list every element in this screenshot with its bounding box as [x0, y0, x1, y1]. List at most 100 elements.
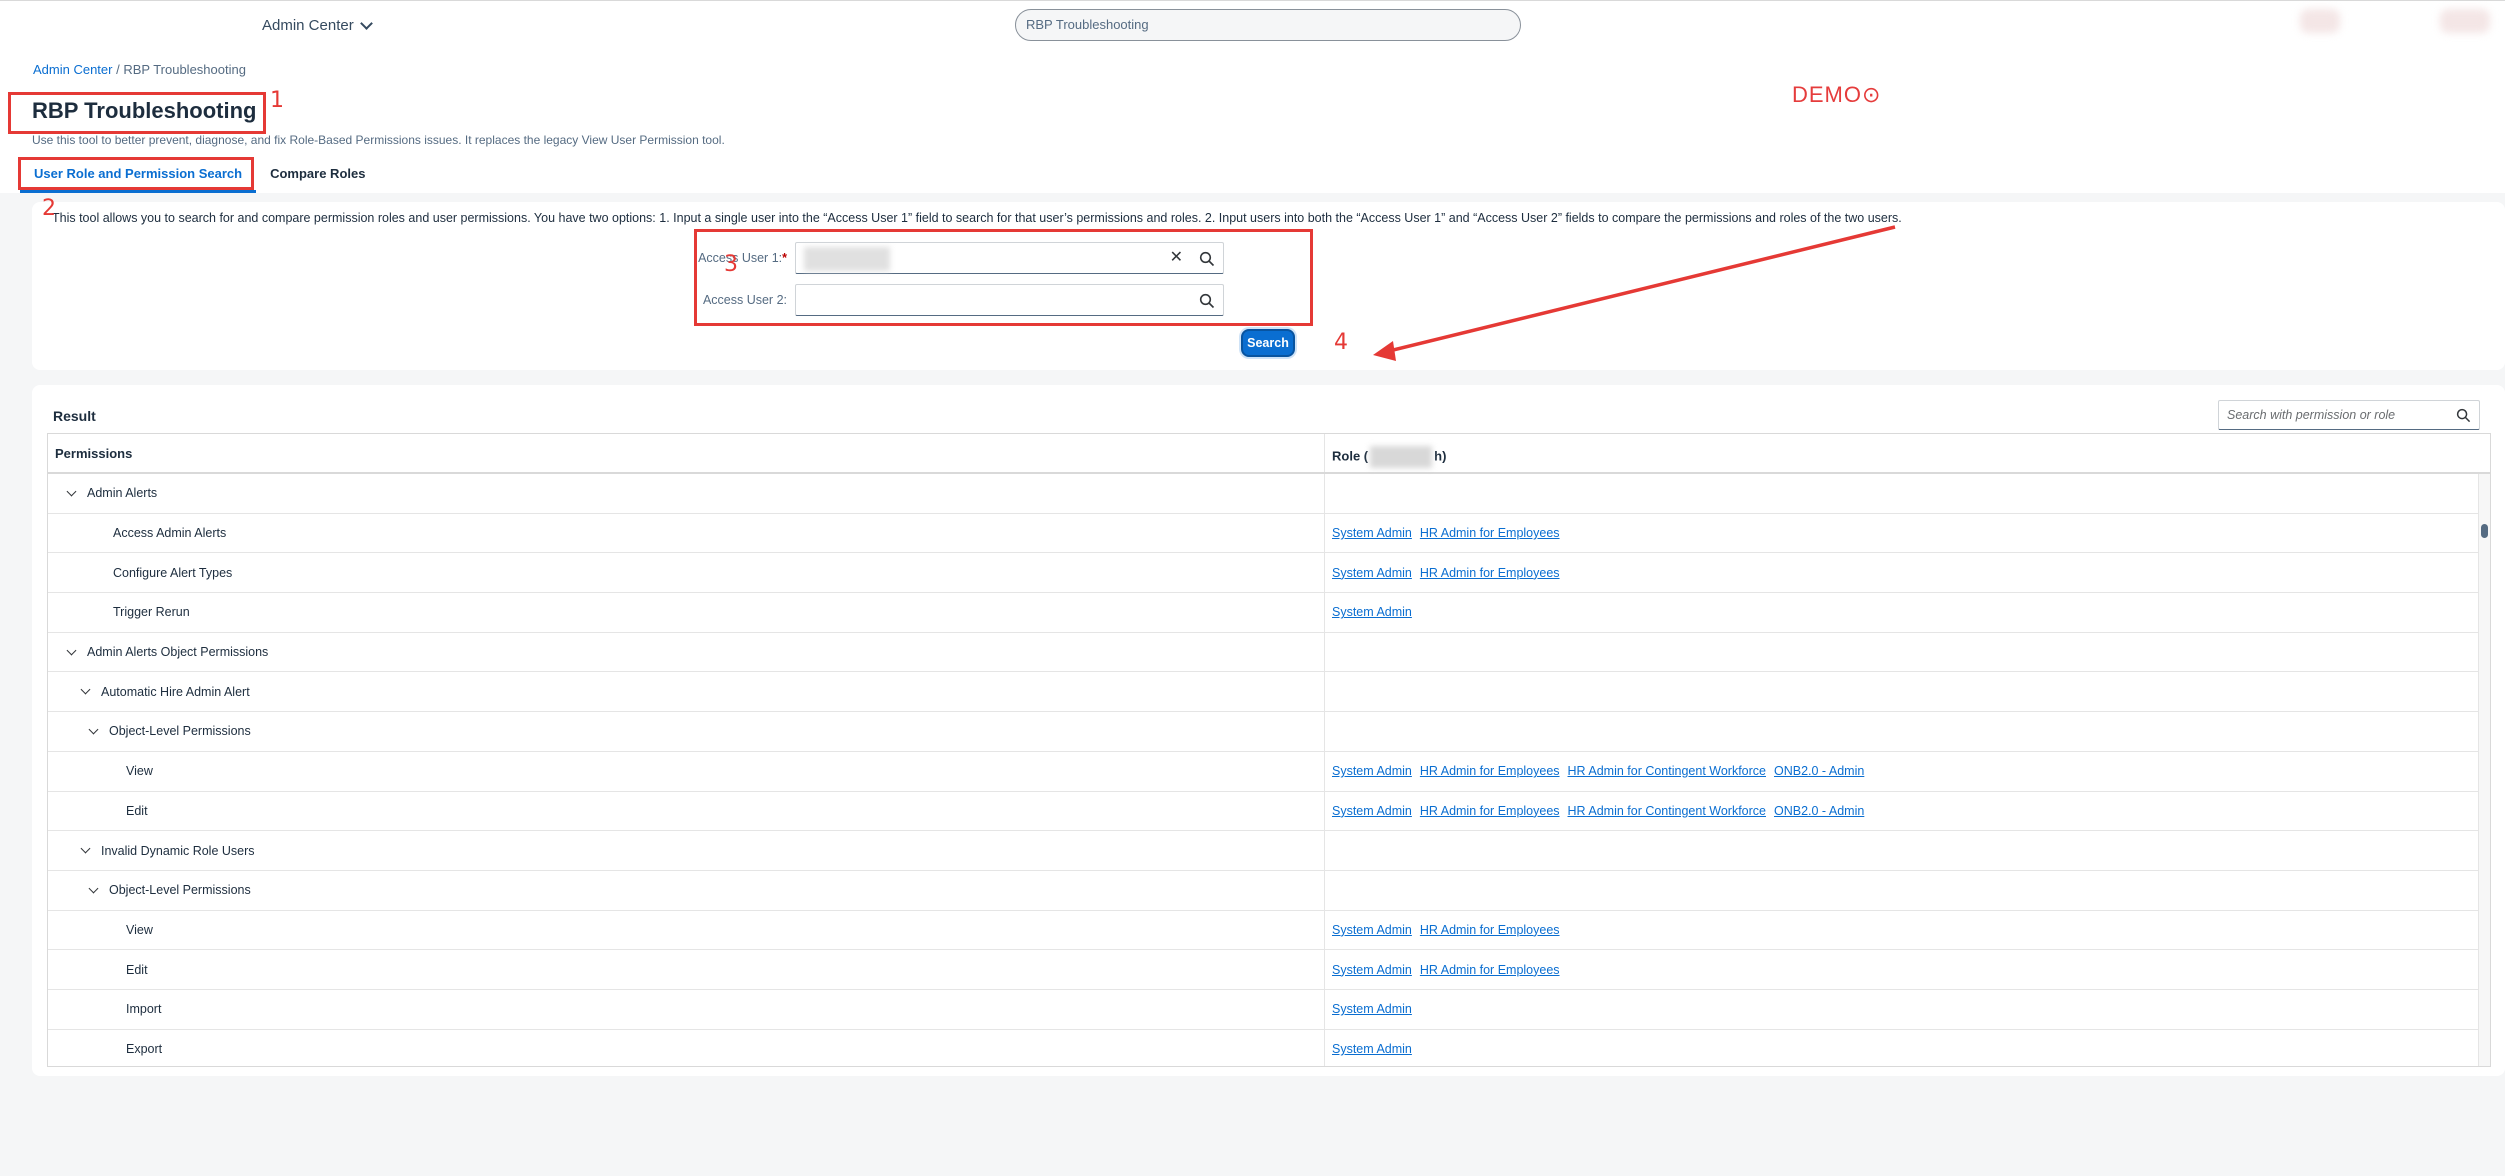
role-link[interactable]: System Admin [1332, 764, 1412, 778]
tab-compare-roles[interactable]: Compare Roles [256, 156, 379, 193]
role-link[interactable]: HR Admin for Employees [1420, 804, 1560, 818]
blurred-avatar [2440, 9, 2490, 33]
role-link[interactable]: System Admin [1332, 804, 1412, 818]
permission-label: Object-Level Permissions [109, 883, 251, 898]
role-link[interactable]: HR Admin for Employees [1420, 764, 1560, 778]
permission-label: Import [126, 1002, 162, 1017]
table-row: Edit System Admin HR Admin for Employees HR… [48, 791, 2490, 832]
permission-label: Admin Alerts Object Permissions [87, 645, 269, 660]
result-search-placeholder: Search with permission or role [2227, 408, 2396, 422]
permission-label: View [126, 922, 153, 937]
breadcrumb-current: RBP Troubleshooting [123, 62, 246, 77]
table-row: Admin Alerts Object Permissions [48, 632, 2490, 673]
permission-label: Edit [126, 962, 148, 977]
role-link[interactable]: HR Admin for Employees [1420, 566, 1560, 580]
role-link[interactable]: System Admin [1332, 1002, 1412, 1016]
global-search-input[interactable]: RBP Troubleshooting [1015, 9, 1521, 41]
role-link[interactable]: System Admin [1332, 923, 1412, 937]
chevron-down-icon[interactable] [88, 883, 99, 894]
role-cell: System Admin HR Admin for Employees [1325, 911, 2490, 950]
permission-label: Configure Alert Types [113, 565, 233, 580]
permission-cell: Object-Level Permissions [48, 712, 1325, 751]
breadcrumb-admin-center-link[interactable]: Admin Center [33, 62, 112, 77]
role-link[interactable]: System Admin [1332, 605, 1412, 619]
table-row: View System Admin HR Admin for Employees [48, 910, 2490, 951]
annotation-number-4: 4 [1334, 330, 1348, 355]
chevron-down-icon[interactable] [80, 843, 91, 854]
page-description: Use this tool to better prevent, diagnos… [32, 133, 725, 147]
role-cell [1325, 633, 2490, 672]
result-search-input[interactable]: Search with permission or role [2218, 400, 2480, 430]
permission-cell: Admin Alerts [48, 474, 1325, 513]
chevron-down-icon[interactable] [66, 645, 77, 656]
table-header: Permissions Role (h) [48, 434, 2490, 474]
role-cell: System Admin [1325, 990, 2490, 1029]
breadcrumb-separator: / [112, 62, 124, 77]
permission-cell: View [48, 751, 1325, 791]
role-link[interactable]: System Admin [1332, 526, 1412, 540]
intro-text: This tool allows you to search for and c… [52, 211, 1902, 225]
role-link[interactable]: HR Admin for Contingent Workforce [1568, 764, 1766, 778]
annotation-box-3 [694, 229, 1313, 326]
scrollbar-thumb[interactable] [2481, 524, 2488, 538]
permission-label: Automatic Hire Admin Alert [101, 684, 250, 699]
role-cell: System Admin HR Admin for Employees HR Adm… [1325, 792, 2490, 831]
permission-cell: Configure Alert Types [48, 553, 1325, 593]
page-header: Admin Center / RBP Troubleshooting RBP T… [0, 48, 2505, 193]
table-row: Access Admin Alerts System Admin HR Admin … [48, 513, 2490, 554]
search-button[interactable]: Search [1241, 329, 1295, 357]
role-cell [1325, 871, 2490, 910]
result-panel: Result Search with permission or role Pe… [32, 385, 2505, 1076]
permission-label: Invalid Dynamic Role Users [101, 843, 255, 858]
role-cell: System Admin HR Admin for Employees [1325, 950, 2490, 989]
app-title: Admin Center [262, 17, 354, 34]
permission-cell: Admin Alerts Object Permissions [48, 632, 1325, 672]
role-link[interactable]: HR Admin for Employees [1420, 526, 1560, 540]
permission-cell: Object-Level Permissions [48, 870, 1325, 910]
chevron-down-icon[interactable] [66, 486, 77, 497]
role-cell [1325, 474, 2490, 513]
role-cell [1325, 712, 2490, 751]
permission-cell: Access Admin Alerts [48, 513, 1325, 553]
table-row: Object-Level Permissions [48, 712, 2490, 752]
role-cell: System Admin [1325, 1030, 2490, 1066]
blurred-shell-item [2300, 9, 2340, 33]
chevron-down-icon[interactable] [88, 724, 99, 735]
result-title: Result [53, 408, 96, 424]
annotation-box-1 [8, 92, 266, 134]
permission-cell: Trigger Rerun [48, 593, 1325, 632]
chevron-down-icon[interactable] [80, 684, 91, 695]
app-title-menu[interactable]: Admin Center [262, 16, 373, 34]
vertical-scrollbar[interactable] [2478, 474, 2490, 1066]
shell-bar: Admin Center RBP Troubleshooting [0, 0, 2505, 48]
role-link[interactable]: ONB2.0 - Admin [1774, 764, 1864, 778]
permissions-column-header: Permissions [48, 434, 1325, 472]
role-link[interactable]: System Admin [1332, 963, 1412, 977]
permission-label: View [126, 764, 153, 779]
permission-cell: Invalid Dynamic Role Users [48, 831, 1325, 870]
permission-cell: Edit [48, 791, 1325, 831]
table-row: Import System Admin [48, 989, 2490, 1030]
table-row: Automatic Hire Admin Alert [48, 672, 2490, 713]
permission-cell: View [48, 910, 1325, 950]
role-link[interactable]: ONB2.0 - Admin [1774, 804, 1864, 818]
table-row: Object-Level Permissions [48, 870, 2490, 911]
table-row: View System Admin HR Admin for Employees HR… [48, 751, 2490, 792]
table-row: Export System Admin [48, 1029, 2490, 1066]
role-cell: System Admin [1325, 593, 2490, 632]
role-link[interactable]: System Admin [1332, 1042, 1412, 1056]
table-row: Edit System Admin HR Admin for Employees [48, 950, 2490, 990]
role-link[interactable]: HR Admin for Employees [1420, 963, 1560, 977]
role-column-header: Role (h) [1325, 434, 2490, 472]
role-cell: System Admin HR Admin for Employees [1325, 514, 2490, 553]
permission-cell: Edit [48, 950, 1325, 989]
role-link[interactable]: HR Admin for Contingent Workforce [1568, 804, 1766, 818]
blurred-user-name [1370, 446, 1433, 468]
permission-label: Admin Alerts [87, 486, 158, 501]
breadcrumb: Admin Center / RBP Troubleshooting [33, 62, 246, 77]
search-icon[interactable] [2456, 408, 2471, 423]
role-link[interactable]: HR Admin for Employees [1420, 923, 1560, 937]
annotation-number-2: 2 [42, 196, 56, 221]
role-link[interactable]: System Admin [1332, 566, 1412, 580]
role-cell: System Admin HR Admin for Employees [1325, 553, 2490, 592]
